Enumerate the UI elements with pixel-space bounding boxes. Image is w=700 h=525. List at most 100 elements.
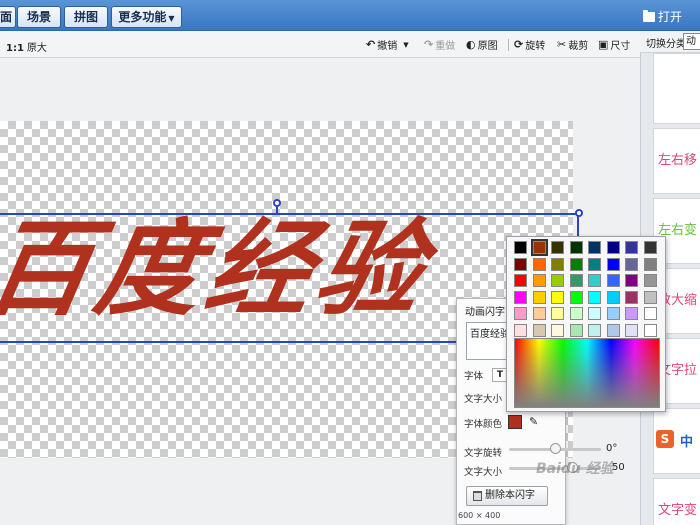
tab-more-features[interactable]: 更多功能 ▼ bbox=[111, 6, 182, 28]
color-swatch-cell[interactable] bbox=[606, 241, 620, 254]
text-size-label: 文字大小 bbox=[464, 394, 503, 405]
tab-label: 面 bbox=[0, 10, 12, 24]
color-swatch-cell[interactable] bbox=[625, 274, 638, 287]
effect-label: 左右移 bbox=[658, 153, 698, 168]
tab-partial[interactable]: 面 bbox=[0, 6, 16, 28]
zoom-ratio: 1:1 bbox=[6, 43, 24, 54]
watermark: Baidu 经验 bbox=[536, 461, 614, 477]
original-button[interactable]: ◐ 原图 bbox=[466, 37, 498, 52]
color-swatch-cell[interactable] bbox=[625, 323, 638, 337]
size-label: 尺寸 bbox=[610, 41, 631, 52]
undo-icon: ↶ bbox=[366, 38, 376, 51]
original-icon: ◐ bbox=[466, 38, 476, 51]
eyedropper-icon[interactable]: ✎ bbox=[529, 415, 538, 428]
color-swatch-cell[interactable] bbox=[532, 307, 546, 320]
color-swatch-cell[interactable] bbox=[606, 323, 620, 337]
color-swatch-cell[interactable] bbox=[625, 241, 638, 254]
sogou-logo-icon: S bbox=[656, 430, 674, 448]
dropdown-arrow-icon[interactable]: ▼ bbox=[403, 41, 408, 49]
tab-scene[interactable]: 场景 bbox=[17, 6, 61, 28]
delete-text-button[interactable]: 删除本闪字 bbox=[466, 486, 548, 506]
color-swatch-cell[interactable] bbox=[514, 274, 527, 287]
rotate-handle[interactable] bbox=[273, 199, 281, 207]
crop-button[interactable]: ✂ 裁剪 bbox=[557, 37, 588, 52]
color-swatch-cell[interactable] bbox=[514, 257, 527, 271]
redo-label: 重做 bbox=[435, 41, 456, 52]
color-swatch-cell[interactable] bbox=[569, 290, 583, 304]
undo-button[interactable]: ↶ 撤销 ▼ bbox=[366, 37, 409, 52]
undo-label: 撤销 bbox=[377, 41, 398, 52]
color-swatch-cell[interactable] bbox=[551, 290, 564, 304]
slider-knob[interactable] bbox=[549, 443, 561, 454]
color-swatch-cell[interactable] bbox=[588, 241, 601, 254]
color-swatch-cell[interactable] bbox=[530, 239, 548, 256]
color-swatch-cell[interactable] bbox=[643, 274, 657, 287]
color-swatch-cell[interactable] bbox=[643, 241, 657, 254]
resize-handle-top-right[interactable] bbox=[575, 209, 583, 217]
color-spectrum[interactable] bbox=[514, 338, 660, 408]
color-swatch-cell[interactable] bbox=[551, 307, 564, 320]
color-swatch-cell[interactable] bbox=[606, 307, 620, 320]
color-swatch-cell[interactable] bbox=[569, 257, 583, 271]
effect-item[interactable]: 左右移 bbox=[653, 128, 700, 194]
font-color-swatch[interactable] bbox=[508, 415, 522, 429]
zoom-indicator[interactable]: 1:1 原大 bbox=[6, 39, 47, 54]
tab-label: 场景 bbox=[26, 10, 51, 24]
color-swatch-cell[interactable] bbox=[643, 323, 657, 337]
size-label: 文字大小 bbox=[464, 467, 503, 478]
color-swatch-cell[interactable] bbox=[514, 290, 527, 304]
scissors-icon: ✂ bbox=[557, 38, 567, 51]
color-swatch-cell[interactable] bbox=[551, 241, 564, 254]
category-tab-animation[interactable]: 动 bbox=[683, 33, 700, 50]
color-swatch-cell[interactable] bbox=[514, 307, 527, 320]
color-swatch-cell[interactable] bbox=[643, 307, 657, 320]
color-swatch-cell[interactable] bbox=[588, 323, 601, 337]
rotate-label: 旋转 bbox=[525, 41, 546, 52]
rotation-label: 文字旋转 bbox=[464, 448, 503, 459]
color-swatch-cell[interactable] bbox=[551, 274, 564, 287]
color-swatch-cell[interactable] bbox=[588, 257, 601, 271]
color-swatch-cell[interactable] bbox=[625, 257, 638, 271]
effect-item[interactable] bbox=[653, 53, 700, 124]
color-swatch-cell[interactable] bbox=[569, 274, 583, 287]
color-swatch-cell[interactable] bbox=[625, 307, 638, 320]
color-swatch-cell[interactable] bbox=[643, 290, 657, 304]
color-swatch-cell[interactable] bbox=[514, 241, 527, 254]
color-swatch-cell[interactable] bbox=[569, 241, 583, 254]
font-label: 字体 bbox=[464, 371, 484, 382]
color-swatch-cell[interactable] bbox=[532, 257, 546, 271]
color-swatch-cell[interactable] bbox=[643, 257, 657, 271]
color-swatch-cell[interactable] bbox=[532, 290, 546, 304]
size-button[interactable]: ▣ 尺寸 bbox=[598, 37, 630, 52]
tab-collage[interactable]: 拼图 bbox=[64, 6, 108, 28]
color-swatch-cell[interactable] bbox=[606, 274, 620, 287]
color-swatch-cell[interactable] bbox=[588, 307, 601, 320]
sogou-ime-widget[interactable]: S 中 bbox=[656, 428, 700, 452]
ime-mode: 中 bbox=[680, 435, 694, 450]
tab-label: 拼图 bbox=[73, 10, 98, 24]
color-swatch-cell[interactable] bbox=[606, 257, 620, 271]
rotate-icon: ⟳ bbox=[514, 38, 524, 51]
open-label: 打开 bbox=[657, 10, 682, 24]
color-swatch-cell[interactable] bbox=[588, 290, 601, 304]
color-swatch-cell[interactable] bbox=[569, 323, 583, 337]
redo-icon: ↷ bbox=[424, 38, 434, 51]
rotation-value: 0° bbox=[606, 443, 618, 454]
original-label: 原图 bbox=[477, 41, 498, 52]
effect-label: 文字变 bbox=[658, 503, 698, 518]
color-swatch-cell[interactable] bbox=[532, 323, 546, 337]
divider bbox=[508, 39, 509, 51]
effect-item[interactable]: 文字变 bbox=[653, 478, 700, 525]
open-button[interactable]: 打开 bbox=[642, 8, 682, 25]
color-swatch-cell[interactable] bbox=[588, 274, 601, 287]
redo-button[interactable]: ↷ 重做 bbox=[424, 37, 455, 52]
color-swatch-cell[interactable] bbox=[551, 323, 564, 337]
color-swatch-cell[interactable] bbox=[551, 257, 564, 271]
color-swatch-cell[interactable] bbox=[569, 307, 583, 320]
color-swatch-cell[interactable] bbox=[532, 274, 546, 287]
color-swatch-cell[interactable] bbox=[514, 323, 527, 337]
color-swatch-cell[interactable] bbox=[606, 290, 620, 304]
rotate-button[interactable]: ⟳ 旋转 bbox=[514, 37, 545, 52]
rotation-slider[interactable] bbox=[509, 443, 601, 454]
color-swatch-cell[interactable] bbox=[625, 290, 638, 304]
